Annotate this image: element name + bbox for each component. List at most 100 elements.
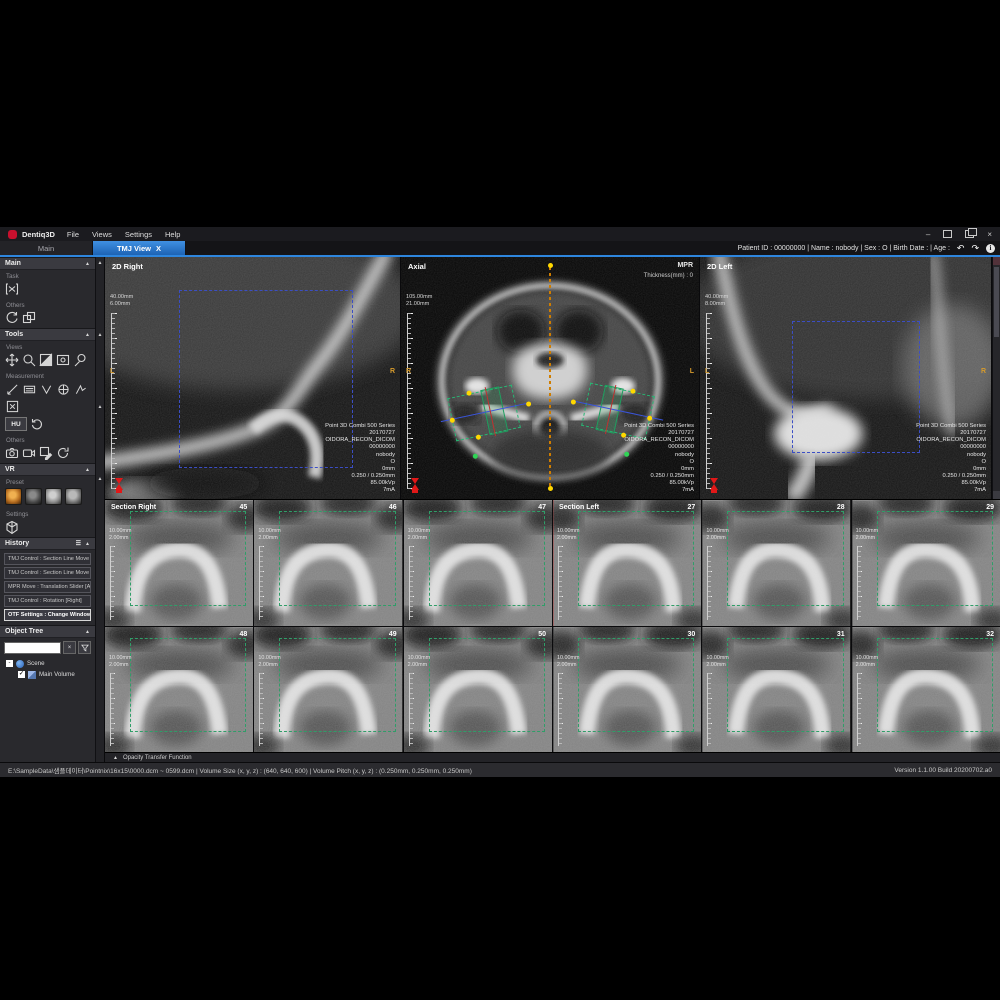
history-item[interactable]: TMJ Control : Section Line Move [Right] (4, 567, 91, 579)
sidebar-splitter[interactable]: ▲ ▲ ▲ ▲ (96, 257, 105, 762)
volume-checkbox[interactable]: ✓ (18, 671, 25, 678)
scrollbar-thumb[interactable] (994, 267, 999, 337)
angle-measure-icon[interactable] (39, 382, 53, 396)
vr-settings-label: Settings (0, 508, 95, 519)
restore-button[interactable] (965, 230, 974, 238)
history-item[interactable]: OTF Settings : Change Windowing Range (4, 609, 91, 621)
expand-icon[interactable]: ▲ (113, 755, 118, 761)
roi-handle[interactable] (449, 417, 455, 423)
undo-icon[interactable]: ↶ (957, 244, 965, 253)
filter-funnel-icon[interactable] (78, 641, 91, 654)
menu-views[interactable]: Views (92, 230, 112, 239)
section-cell[interactable]: 30 10.00mm2.00mm (553, 627, 701, 752)
scrollbar-down-button[interactable] (993, 491, 1000, 499)
section-cell[interactable]: 46 10.00mm2.00mm (254, 500, 402, 626)
section-cell[interactable]: 28 10.00mm2.00mm (702, 500, 850, 626)
zoom-icon[interactable] (22, 353, 36, 367)
tree-row-scene[interactable]: - Scene (6, 658, 89, 669)
tmj-roi-outline[interactable] (792, 321, 920, 453)
menu-help[interactable]: Help (165, 230, 180, 239)
history-item[interactable]: TMJ Control : Section Line Move [Left] (4, 553, 91, 565)
vr-settings-cube-icon[interactable] (5, 520, 19, 534)
vr-preset-1[interactable] (5, 488, 22, 505)
object-tree-search-input[interactable] (4, 642, 61, 654)
section-cell[interactable]: 48 10.00mm2.00mm (105, 627, 253, 752)
pick-zoom-icon[interactable] (73, 353, 87, 367)
popout-button[interactable] (943, 230, 952, 238)
polyline-angle-icon[interactable] (73, 382, 87, 396)
vr-preset-2[interactable] (25, 488, 42, 505)
viewport-scrollbar[interactable] (992, 257, 1000, 499)
section-cell[interactable]: Section Right 45 10.00mm2.00mm (105, 500, 253, 626)
search-clear-icon[interactable]: × (63, 641, 76, 654)
panel-header-tools[interactable]: Tools ▲ (0, 328, 95, 341)
midline-slider[interactable] (549, 267, 551, 487)
section-cell[interactable]: 49 10.00mm2.00mm (254, 627, 402, 752)
tree-row-main-volume[interactable]: ✓ Main Volume (6, 669, 89, 680)
splitter-arrow-icon[interactable]: ▲ (98, 332, 103, 338)
panel-header-object-tree[interactable]: Object Tree ▲ (0, 625, 95, 638)
section-slice-number: 30 (688, 631, 696, 638)
windowing-icon[interactable] (39, 353, 53, 367)
length-measure-icon[interactable] (5, 382, 19, 396)
layout-switch-icon[interactable] (22, 311, 36, 325)
record-icon[interactable] (22, 446, 36, 460)
section-cell[interactable]: 47 10.00mm2.00mm (404, 500, 552, 626)
history-item[interactable]: TMJ Control : Rotation [Right] (4, 595, 91, 607)
vr-preset-3[interactable] (45, 488, 62, 505)
viewport-axial[interactable]: Axial MPR Thickness(mm) : 0 105.00mm21.0… (401, 257, 699, 499)
annotation-icon[interactable] (39, 446, 53, 460)
minimize-button[interactable]: – (926, 230, 930, 239)
info-icon[interactable]: i (986, 244, 995, 253)
view-options-icon[interactable] (56, 353, 70, 367)
sync-icon[interactable] (5, 311, 19, 325)
redo-icon[interactable]: ↷ (971, 244, 979, 253)
vp-info-line: 20170727 (325, 430, 395, 437)
panel-header-vr[interactable]: VR ▲ (0, 463, 95, 476)
panel-header-main[interactable]: Main ▲ (0, 257, 95, 270)
history-item[interactable]: MPR Move : Translation Slider [Axial] (4, 581, 91, 593)
roi-handle[interactable] (466, 390, 472, 396)
viewport-2d-left[interactable]: 2D Left 40.00mm8.00mm L R Point 3D Combi… (700, 257, 991, 499)
expander-icon[interactable]: - (6, 660, 13, 667)
tab-main[interactable]: Main (0, 241, 93, 255)
main-others-label: Others (0, 299, 95, 310)
menu-settings[interactable]: Settings (125, 230, 152, 239)
circle-measure-icon[interactable] (56, 382, 70, 396)
scrollbar-up-button[interactable] (993, 257, 1000, 265)
section-cell[interactable]: 31 10.00mm2.00mm (702, 627, 850, 752)
vr-preset-4[interactable] (65, 488, 82, 505)
reset-view-icon[interactable] (56, 446, 70, 460)
panel-header-history[interactable]: History ☰ ▲ (0, 537, 95, 550)
section-cell[interactable]: 29 10.00mm2.00mm (852, 500, 1000, 626)
capture-icon[interactable] (5, 446, 19, 460)
tab-tmj-view[interactable]: TMJ View X (93, 241, 186, 255)
section-cell[interactable]: 50 10.00mm2.00mm (404, 627, 552, 752)
tmj-task-icon[interactable] (5, 282, 19, 296)
section-cell[interactable]: Section Left 27 10.00mm2.00mm (553, 500, 701, 626)
section-scale-labels: 10.00mm2.00mm (557, 528, 579, 542)
otf-panel-header[interactable]: ▲ Opacity Transfer Function (105, 752, 1000, 762)
midline-handle[interactable] (548, 263, 553, 268)
splitter-arrow-icon[interactable]: ▲ (98, 476, 103, 482)
collapse-icon[interactable]: ▲ (85, 261, 90, 267)
splitter-arrow-icon[interactable]: ▲ (98, 404, 103, 410)
section-cell[interactable]: 32 10.00mm2.00mm (852, 627, 1000, 752)
collapse-icon[interactable]: ▲ (85, 541, 90, 547)
close-button[interactable]: × (987, 230, 992, 239)
history-list-icon[interactable]: ☰ (76, 540, 81, 547)
note-measure-icon[interactable] (5, 399, 19, 413)
tab-close-icon[interactable]: X (156, 244, 161, 253)
collapse-icon[interactable]: ▲ (85, 332, 90, 338)
collapse-icon[interactable]: ▲ (85, 467, 90, 473)
section-roi-rect (727, 511, 843, 606)
collapse-icon[interactable]: ▲ (85, 629, 90, 635)
hu-reset-icon[interactable] (30, 417, 44, 431)
splitter-arrow-icon[interactable]: ▲ (98, 260, 103, 266)
profile-measure-icon[interactable] (22, 382, 36, 396)
roi-handle[interactable] (630, 388, 636, 394)
hu-button[interactable]: HU (5, 417, 27, 431)
menu-file[interactable]: File (67, 230, 79, 239)
pan-move-icon[interactable] (5, 353, 19, 367)
viewport-2d-right[interactable]: 2D Right 40.00mm6.00mm L R Point 3D Comb… (105, 257, 400, 499)
